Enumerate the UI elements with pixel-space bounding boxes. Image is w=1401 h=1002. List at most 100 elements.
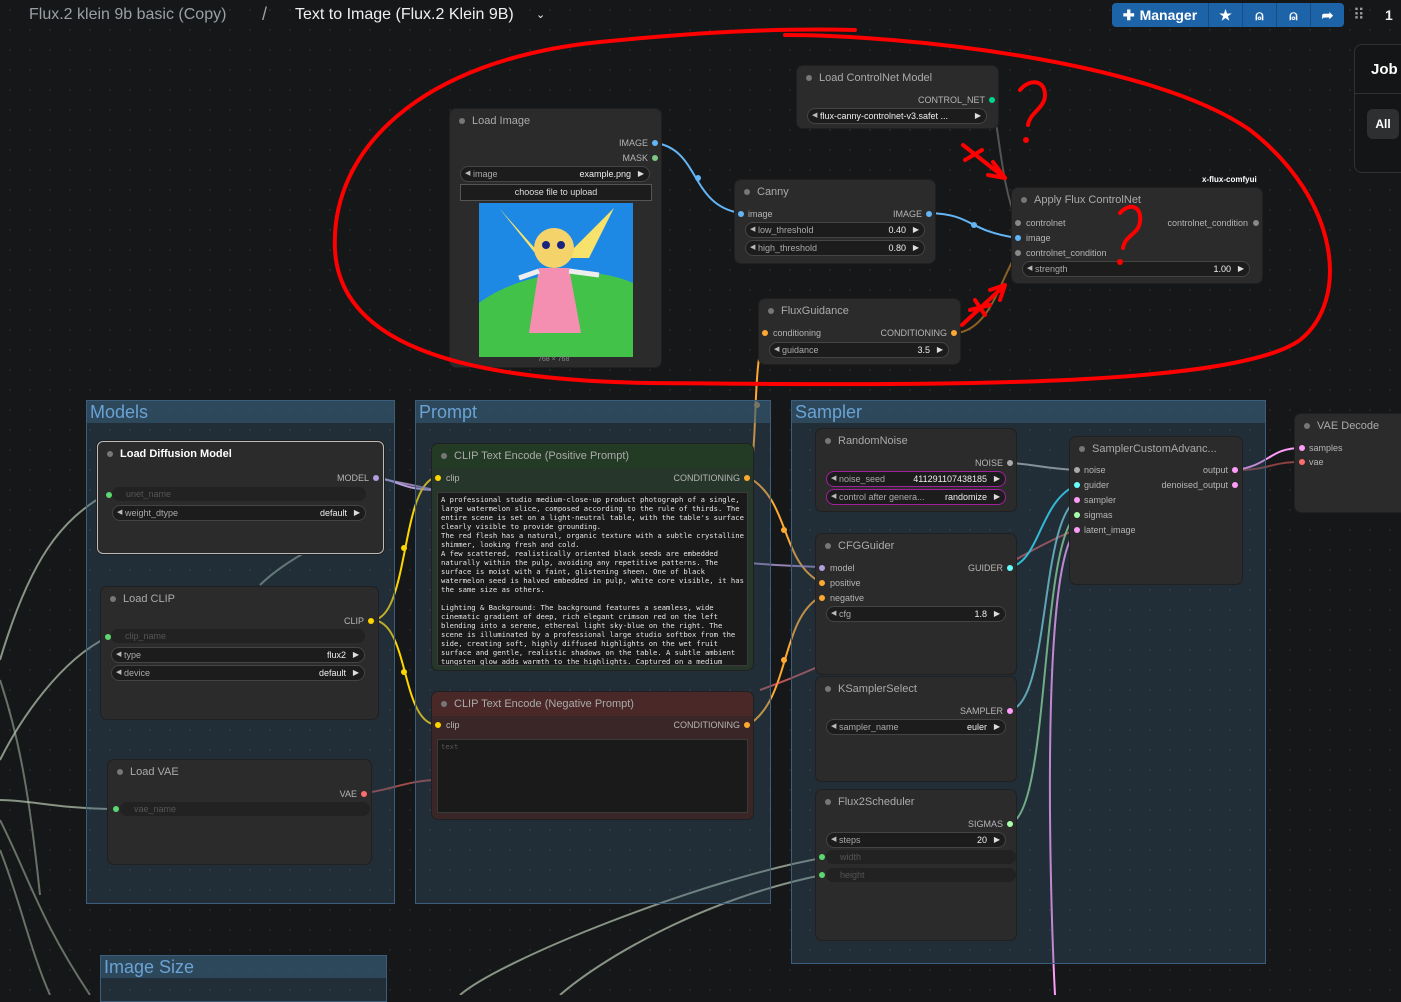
input-image-slot[interactable] xyxy=(1015,235,1021,241)
input-latent-slot[interactable] xyxy=(1074,527,1080,533)
input-cond-slot[interactable] xyxy=(1015,250,1021,256)
star-button[interactable]: ★ xyxy=(1209,3,1243,27)
node-title: RandomNoise xyxy=(816,429,1016,453)
output-model-slot[interactable] xyxy=(373,475,379,481)
high-threshold-slider[interactable]: ◀ high_threshold 0.80 ▶ xyxy=(745,240,925,256)
node-load-vae[interactable]: Load VAE VAE vae_name xyxy=(108,760,371,864)
input-samples-slot[interactable] xyxy=(1299,445,1305,451)
input-conditioning-slot[interactable] xyxy=(762,330,768,336)
low-threshold-slider[interactable]: ◀ low_threshold 0.40 ▶ xyxy=(745,222,925,238)
input-width-slot[interactable] xyxy=(819,854,825,860)
output-vae-slot[interactable] xyxy=(361,791,367,797)
input-sampler-slot[interactable] xyxy=(1074,497,1080,503)
output-sampler-slot[interactable] xyxy=(1007,708,1013,714)
upload-button[interactable]: choose file to upload xyxy=(460,184,652,201)
input-guider-slot[interactable] xyxy=(1074,482,1080,488)
height-input[interactable]: height xyxy=(826,868,1016,882)
node-ksampler-select[interactable]: KSamplerSelect SAMPLER ◀ sampler_name eule… xyxy=(816,677,1016,781)
width-input[interactable]: width xyxy=(826,850,1016,864)
node-clip-positive[interactable]: CLIP Text Encode (Positive Prompt) clip … xyxy=(432,444,753,670)
unet-name-input[interactable]: unet_name xyxy=(112,487,366,501)
node-clip-negative[interactable]: CLIP Text Encode (Negative Prompt) clip … xyxy=(432,692,753,819)
output-controlnet-slot[interactable] xyxy=(989,97,995,103)
node-title: Load ControlNet Model xyxy=(797,66,998,90)
output-guider-label: GUIDER xyxy=(967,563,1003,573)
cfg-slider[interactable]: ◀ cfg 1.8 ▶ xyxy=(826,606,1006,622)
positive-prompt-textarea[interactable]: A professional studio medium-close-up pr… xyxy=(437,492,748,666)
node-load-controlnet[interactable]: Load ControlNet Model CONTROL_NET ◀ flux-… xyxy=(797,66,998,128)
node-cfg-guider[interactable]: CFGGuider model positive negative GUIDER… xyxy=(816,534,1016,674)
type-combo[interactable]: ◀ type flux2 ▶ xyxy=(111,647,365,663)
image-combo[interactable]: ◀ image example.png ▶ xyxy=(460,166,650,182)
input-height-slot[interactable] xyxy=(819,872,825,878)
star-icon: ★ xyxy=(1219,6,1232,23)
clip-name-input[interactable]: clip_name xyxy=(111,629,365,643)
manager-button[interactable]: ✚ Manager xyxy=(1112,3,1209,27)
output-cond-slot[interactable] xyxy=(1253,220,1259,226)
output-image-slot[interactable] xyxy=(926,211,932,217)
group-title-prompt: Prompt xyxy=(416,401,770,423)
input-clip-slot[interactable] xyxy=(435,722,441,728)
node-title: CFGGuider xyxy=(816,534,1016,558)
node-load-diffusion-model[interactable]: Load Diffusion Model MODEL unet_name ◀ we… xyxy=(97,441,384,554)
input-clip-label: clip xyxy=(446,720,460,730)
input-sampler-label: sampler xyxy=(1084,495,1117,505)
node-load-clip[interactable]: Load CLIP CLIP clip_name ◀ type flux2 ▶ ◀ de… xyxy=(101,587,378,719)
node-vae-decode[interactable]: VAE Decode samples vae xyxy=(1295,414,1401,512)
input-model-slot[interactable] xyxy=(819,565,825,571)
controlnet-name-combo[interactable]: ◀ flux-canny-controlnet-v3.safet ... ▶ xyxy=(807,108,987,124)
control-after-generate-combo[interactable]: ◀ control after genera... randomize ▶ xyxy=(826,489,1006,505)
input-clip-slot[interactable] xyxy=(435,475,441,481)
output-denoised-slot[interactable] xyxy=(1232,482,1238,488)
input-noise-label: noise xyxy=(1084,465,1106,475)
guidance-slider[interactable]: ◀ guidance 3.5 ▶ xyxy=(769,342,949,358)
share-button[interactable]: ➦ xyxy=(1311,3,1344,27)
weight-dtype-combo[interactable]: ◀ weight_dtype default ▶ xyxy=(112,505,366,521)
negative-prompt-textarea[interactable]: text xyxy=(437,739,748,813)
input-sigmas-slot[interactable] xyxy=(1074,512,1080,518)
output-conditioning-slot[interactable] xyxy=(951,330,957,336)
breadcrumb-template[interactable]: Text to Image (Flux.2 Klein 9B) xyxy=(295,6,514,24)
output-conditioning-label: CONDITIONING xyxy=(673,720,741,730)
drag-handle-icon[interactable]: ⠿ xyxy=(1353,5,1365,25)
queue-count: 1 xyxy=(1385,7,1393,23)
input-controlnet-slot[interactable] xyxy=(1015,220,1021,226)
filter-all-tab[interactable]: All xyxy=(1367,109,1399,139)
output-sigmas-slot[interactable] xyxy=(1007,821,1013,827)
vae-name-input[interactable]: vae_name xyxy=(120,802,370,816)
input-vae-name-slot[interactable] xyxy=(113,806,119,812)
input-cond-label: controlnet_condition xyxy=(1026,248,1107,258)
hf-alt-button[interactable]: ⍝ xyxy=(1277,3,1311,27)
node-sampler-custom-advanced[interactable]: SamplerCustomAdvanc... noise guider samp… xyxy=(1070,437,1242,584)
output-mask-slot[interactable] xyxy=(652,155,658,161)
input-vae-label: vae xyxy=(1309,457,1324,467)
node-random-noise[interactable]: RandomNoise NOISE ◀ noise_seed 41129110743… xyxy=(816,429,1016,511)
input-negative-slot[interactable] xyxy=(819,595,825,601)
node-apply-flux-controlnet[interactable]: Apply Flux ControlNet controlnet image c… xyxy=(1012,188,1262,283)
input-negative-label: negative xyxy=(830,593,865,603)
sampler-name-combo[interactable]: ◀ sampler_name euler ▶ xyxy=(826,719,1006,735)
input-positive-slot[interactable] xyxy=(819,580,825,586)
output-output-slot[interactable] xyxy=(1232,467,1238,473)
steps-slider[interactable]: ◀ steps 20 ▶ xyxy=(826,832,1006,848)
node-load-image[interactable]: Load Image IMAGE MASK ◀ image example.png ▶… xyxy=(450,109,661,367)
node-flux-guidance[interactable]: FluxGuidance conditioning CONDITIONING ◀… xyxy=(759,299,960,364)
output-conditioning-slot[interactable] xyxy=(744,722,750,728)
input-image-slot[interactable] xyxy=(738,211,744,217)
noise-seed-widget[interactable]: ◀ noise_seed 411291107438185 ▶ xyxy=(826,471,1006,487)
input-noise-slot[interactable] xyxy=(1074,467,1080,473)
strength-slider[interactable]: ◀ strength 1.00 ▶ xyxy=(1022,261,1250,277)
output-conditioning-slot[interactable] xyxy=(744,475,750,481)
output-guider-slot[interactable] xyxy=(1007,565,1013,571)
device-combo[interactable]: ◀ device default ▶ xyxy=(111,665,365,681)
node-canny[interactable]: Canny image IMAGE ◀ low_threshold 0.40 ▶ ◀ h… xyxy=(735,180,935,263)
chevron-down-icon[interactable]: ⌄ xyxy=(536,8,545,21)
output-noise-slot[interactable] xyxy=(1007,460,1013,466)
node-flux2-scheduler[interactable]: Flux2Scheduler SIGMAS ◀ steps 20 ▶ width he… xyxy=(816,790,1016,940)
breadcrumb-workflow[interactable]: Flux.2 klein 9b basic (Copy) xyxy=(29,6,226,24)
output-noise-label: NOISE xyxy=(974,458,1003,468)
hf-button[interactable]: ⍝ xyxy=(1243,3,1277,27)
output-clip-slot[interactable] xyxy=(368,618,374,624)
input-vae-slot[interactable] xyxy=(1299,459,1305,465)
output-image-slot[interactable] xyxy=(652,140,658,146)
